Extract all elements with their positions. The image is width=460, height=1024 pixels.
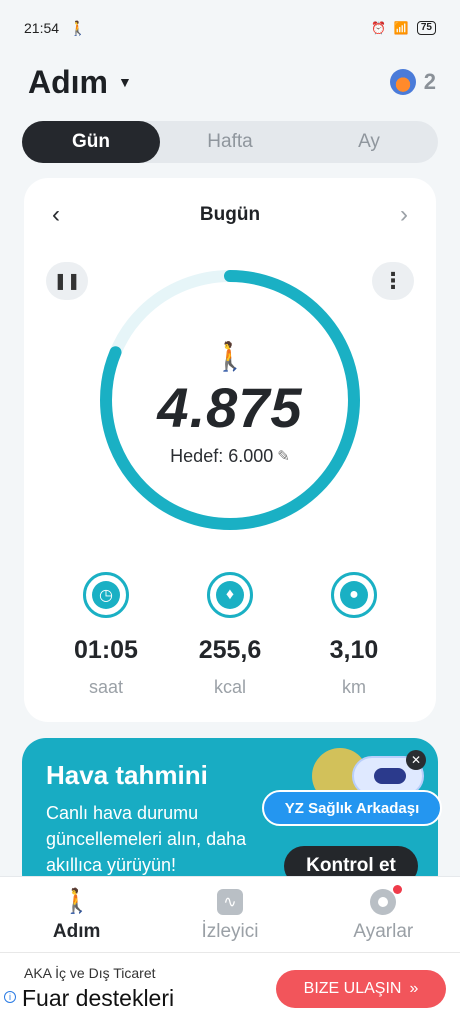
step-count: 4.875 [157, 375, 303, 439]
date-navigator: ‹ Bugün › [24, 200, 436, 230]
walking-status-icon: 🚶 [69, 19, 87, 36]
status-bar: 21:54 🚶 ⏰ 📶 75 [0, 0, 460, 56]
streak-count: 2 [423, 69, 436, 94]
duration-value: 01:05 [74, 636, 138, 664]
wifi-icon: 📶 [393, 21, 409, 35]
stat-duration: ◷ 01:05 saat [51, 572, 161, 698]
activity-icon: ∿ [216, 887, 243, 917]
date-label: Bugün [199, 204, 261, 225]
weather-description: Canlı hava durumu güncellemeleri alın, d… [46, 803, 247, 875]
flame-icon: ♦ [207, 572, 253, 618]
tab-day[interactable]: Gün [22, 121, 160, 163]
more-vertical-icon: ⋮ [382, 268, 404, 293]
page-header: Adım ▼ 2 [28, 58, 436, 106]
bottom-nav: 🚶 Adım ∿ İzleyici Ayarlar [0, 876, 460, 952]
streak-badge[interactable]: 2 [389, 69, 436, 95]
more-options-button[interactable]: ⋮ [372, 262, 414, 300]
walking-icon: 🚶 [212, 340, 248, 372]
status-time: 21:54 [24, 20, 60, 36]
chevron-right-icon[interactable]: › [400, 201, 408, 229]
notification-dot [393, 884, 403, 894]
pause-button[interactable]: ❚❚ [46, 262, 88, 300]
title-dropdown[interactable]: Adım ▼ [28, 64, 132, 101]
ai-assistant-button[interactable]: YZ Sağlık Arkadaşı [262, 790, 442, 826]
battery-indicator: 75 [416, 21, 436, 35]
pencil-icon: ✎ [277, 448, 290, 465]
stat-calories: ♦ 255,6 kcal [175, 572, 285, 698]
ad-advertiser: AKA İç ve Dış Ticaret [24, 965, 156, 981]
chevron-left-icon[interactable]: ‹ [52, 201, 60, 229]
goal-edit[interactable]: Hedef: 6.000 ✎ [170, 446, 290, 467]
pause-icon: ❚❚ [53, 273, 81, 290]
walking-icon: 🚶 [61, 888, 92, 915]
ad-headline: Fuar destekleri [22, 985, 175, 1011]
calories-value: 255,6 [198, 636, 262, 664]
flame-icon [389, 69, 416, 95]
step-summary-card: ‹ Bugün › ❚❚ ⋮ 🚶 4.875 Hedef: 6.000 ✎ ◷ … [24, 178, 436, 722]
distance-value: 3,10 [329, 636, 379, 664]
double-chevron-right-icon: » [409, 980, 419, 997]
location-pin-icon: ● [331, 572, 377, 618]
ad-cta-button[interactable]: BIZE ULAŞIN » [276, 970, 446, 1008]
close-icon[interactable]: ✕ [406, 750, 426, 770]
page-title: Adım [28, 63, 108, 100]
stats-row: ◷ 01:05 saat ♦ 255,6 kcal ● 3,10 km [24, 572, 436, 698]
ad-banner[interactable]: i AKA İç ve Dış Ticaret Fuar destekleri … [0, 952, 460, 1024]
distance-unit: km [342, 677, 366, 697]
nav-settings[interactable]: Ayarlar [328, 884, 438, 943]
alarm-icon: ⏰ [370, 21, 386, 35]
ad-info-icon[interactable]: i [4, 991, 16, 1003]
nav-settings-label: Ayarlar [353, 920, 414, 942]
chevron-down-icon: ▼ [118, 74, 132, 90]
tab-month[interactable]: Ay [300, 121, 438, 163]
nav-tracker[interactable]: ∿ İzleyici [175, 887, 285, 943]
clock-icon: ◷ [83, 572, 129, 618]
period-tabs: Gün Hafta Ay [22, 121, 438, 163]
nav-steps[interactable]: 🚶 Adım [22, 887, 132, 943]
goal-text: Hedef: 6.000 [170, 445, 274, 466]
stat-distance: ● 3,10 km [299, 572, 409, 698]
duration-unit: saat [88, 677, 124, 697]
tab-week[interactable]: Hafta [160, 121, 300, 163]
calories-unit: kcal [213, 677, 246, 697]
weather-title: Hava tahmini [46, 760, 208, 790]
nav-steps-label: Adım [52, 920, 101, 942]
ad-cta-label: BIZE ULAŞIN [303, 980, 402, 997]
nav-tracker-label: İzleyici [201, 920, 259, 942]
step-readout: 🚶 4.875 Hedef: 6.000 ✎ [96, 266, 364, 534]
gear-icon [370, 884, 403, 917]
